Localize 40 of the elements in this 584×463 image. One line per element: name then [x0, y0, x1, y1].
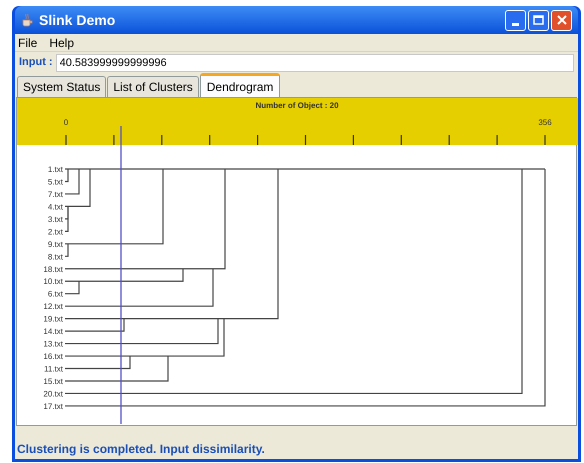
- leaf-label: 7.txt: [48, 190, 63, 199]
- tab[interactable]: List of Clusters: [107, 76, 199, 97]
- cup-icon: [21, 13, 33, 27]
- maximize-icon: [533, 15, 544, 25]
- leaf-label: 1.txt: [48, 165, 63, 174]
- leaf-label: 14.txt: [43, 327, 63, 336]
- leaf-label: 9.txt: [48, 240, 63, 249]
- menu-item[interactable]: File: [18, 34, 38, 52]
- leaf-label: 18.txt: [43, 264, 63, 274]
- minimize-button[interactable]: [505, 10, 526, 30]
- status-text: Clustering is completed. Input dissimilarity.: [16, 441, 266, 458]
- leaf-label: 6.txt: [48, 290, 63, 299]
- axis-label: 0: [64, 118, 68, 127]
- leaf-label: 10.txt: [43, 277, 63, 286]
- tab[interactable]: Dendrogram: [200, 73, 280, 97]
- leaf-label: 8.txt: [48, 252, 63, 262]
- leaf-label: 3.txt: [48, 214, 63, 224]
- leaf-label: 15.txt: [43, 377, 63, 386]
- axis-label: 356: [538, 118, 552, 127]
- leaf-label: 2.txt: [48, 227, 63, 236]
- minimize-icon: [512, 22, 519, 26]
- leaf-label: 13.txt: [43, 340, 63, 349]
- close-button[interactable]: [551, 10, 572, 30]
- leaf-label: 16.txt: [43, 352, 63, 362]
- menu-item[interactable]: Help: [49, 34, 74, 52]
- maximize-button[interactable]: [528, 10, 549, 30]
- leaf-label: 17.txt: [43, 402, 63, 411]
- leaf-label: 12.txt: [43, 302, 63, 312]
- leaf-label: 11.txt: [44, 364, 63, 374]
- leaf-label: 4.txt: [48, 202, 63, 212]
- leaf-label: 20.txt: [43, 389, 63, 398]
- input-label: Input :: [19, 55, 53, 70]
- cursor-line[interactable]: [120, 126, 122, 424]
- leaf-label: 19.txt: [43, 314, 63, 324]
- window-title: Slink Demo: [39, 10, 116, 30]
- tab[interactable]: System Status: [17, 76, 106, 97]
- input-field[interactable]: 40.583999999999996: [56, 54, 574, 72]
- close-icon: [556, 15, 566, 25]
- chart-title: Number of Object : 20: [255, 101, 339, 110]
- leaf-label: 5.txt: [48, 177, 63, 186]
